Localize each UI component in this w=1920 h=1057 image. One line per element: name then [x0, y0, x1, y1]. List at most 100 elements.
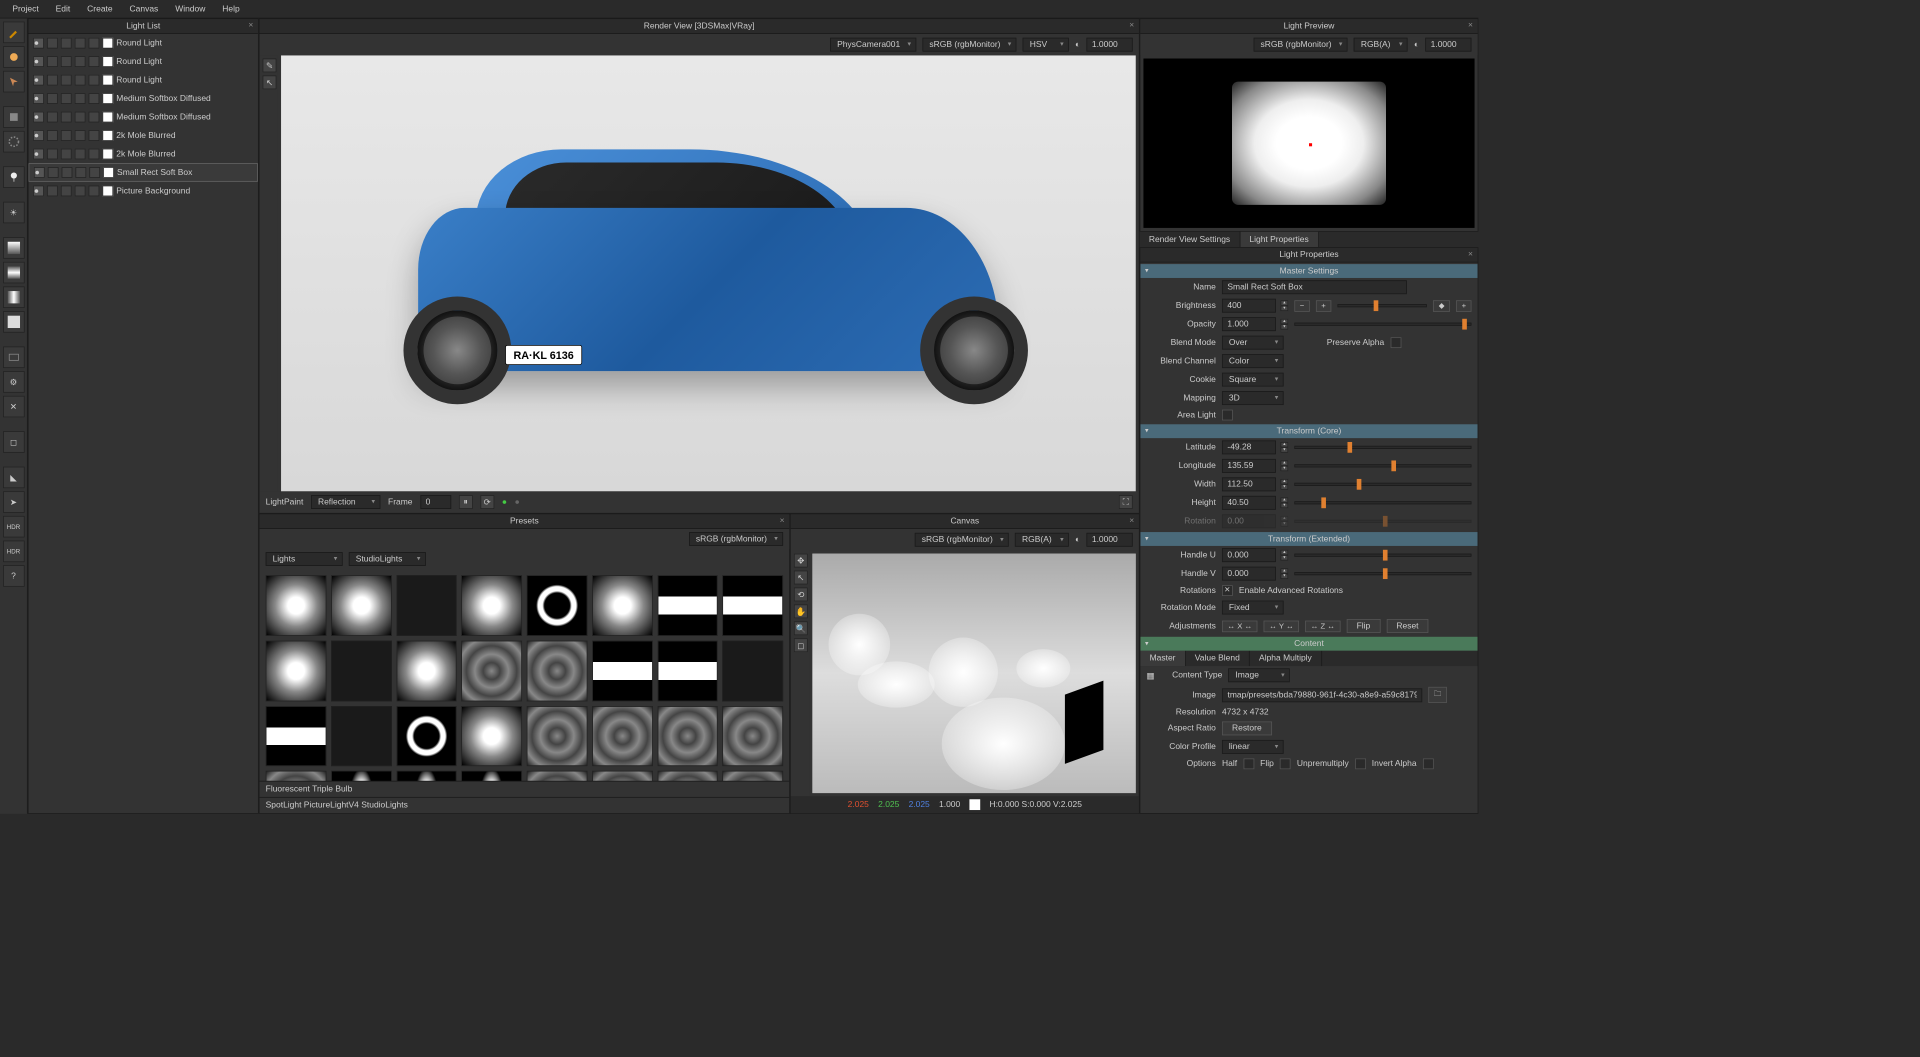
light-row[interactable]: ●Picture Background: [28, 182, 257, 200]
adv-rotations-checkbox[interactable]: [1222, 585, 1233, 596]
preset-thumbnail[interactable]: [331, 640, 392, 701]
select-toggle[interactable]: [89, 149, 100, 160]
opacity-slider[interactable]: [1294, 323, 1471, 326]
preset-thumbnail[interactable]: [266, 706, 327, 767]
light-row[interactable]: ●Round Light: [28, 34, 257, 52]
eye-toggle-icon[interactable]: ●: [33, 112, 44, 123]
spin-down-icon[interactable]: ▾: [1281, 503, 1289, 508]
handlev-slider[interactable]: [1294, 572, 1471, 575]
lock-toggle[interactable]: [61, 38, 72, 49]
camera-dropdown[interactable]: PhysCamera001: [830, 38, 916, 52]
canvas-exposure-field[interactable]: 1.0000: [1086, 533, 1132, 547]
vp-pointer-icon[interactable]: ↖: [263, 75, 277, 89]
tool-help-icon[interactable]: ?: [3, 565, 25, 587]
canvas-channels-dropdown[interactable]: RGB(A): [1015, 533, 1069, 547]
menu-project[interactable]: Project: [5, 1, 47, 16]
vp-brush-icon[interactable]: ✎: [263, 59, 277, 73]
light-row[interactable]: ●Round Light: [28, 71, 257, 89]
render-toggle[interactable]: [75, 112, 86, 123]
preset-thumbnail[interactable]: [331, 771, 392, 781]
flipy-button[interactable]: ↔ Y ↔: [1264, 620, 1299, 632]
solo-toggle[interactable]: [47, 93, 58, 104]
preset-thumbnail[interactable]: [657, 640, 718, 701]
invert-checkbox[interactable]: [1423, 758, 1434, 769]
close-icon[interactable]: ×: [1129, 516, 1134, 525]
colorprofile-dropdown[interactable]: linear: [1222, 740, 1284, 754]
aperture-icon[interactable]: ◐: [1075, 40, 1080, 49]
unpre-checkbox[interactable]: [1355, 758, 1366, 769]
select-toggle[interactable]: [89, 130, 100, 141]
canvas-frame-icon[interactable]: ◻: [794, 638, 808, 652]
latitude-slider[interactable]: [1294, 446, 1471, 449]
solo-toggle[interactable]: [47, 130, 58, 141]
solo-toggle[interactable]: [47, 112, 58, 123]
section-transform-ext[interactable]: Transform (Extended): [1140, 532, 1477, 546]
preview-channels-dropdown[interactable]: RGB(A): [1354, 38, 1408, 52]
preset-thumbnail[interactable]: [527, 771, 588, 781]
mapping-dropdown[interactable]: 3D: [1222, 391, 1284, 405]
name-input[interactable]: [1222, 280, 1407, 294]
preset-thumbnail[interactable]: [722, 575, 783, 636]
rotationmode-dropdown[interactable]: Fixed: [1222, 601, 1284, 615]
subtab-valueblend[interactable]: Value Blend: [1186, 651, 1250, 666]
longitude-input[interactable]: [1222, 459, 1276, 473]
refresh-icon[interactable]: ⟳: [480, 495, 494, 509]
lock-toggle[interactable]: [61, 186, 72, 197]
cookie-dropdown[interactable]: Square: [1222, 373, 1284, 387]
light-color-swatch[interactable]: [102, 38, 113, 49]
preview-exposure-field[interactable]: 1.0000: [1425, 38, 1471, 52]
select-toggle[interactable]: [89, 56, 100, 67]
preset-thumbnail[interactable]: [266, 640, 327, 701]
menu-create[interactable]: Create: [79, 1, 120, 16]
opacity-input[interactable]: [1222, 317, 1276, 331]
presets-category-dropdown[interactable]: Lights: [266, 552, 343, 566]
flipz-button[interactable]: ↔ Z ↔: [1305, 620, 1340, 632]
preset-thumbnail[interactable]: [266, 575, 327, 636]
spin-down-icon[interactable]: ▾: [1281, 324, 1289, 329]
light-color-swatch[interactable]: [102, 112, 113, 123]
section-content[interactable]: Content: [1140, 637, 1477, 651]
contenttype-dropdown[interactable]: Image: [1228, 668, 1290, 682]
longitude-slider[interactable]: [1294, 464, 1471, 467]
light-preview-viewport[interactable]: [1143, 59, 1474, 228]
light-color-swatch[interactable]: [103, 167, 114, 178]
canvas-move-icon[interactable]: ✥: [794, 554, 808, 568]
preset-thumbnail[interactable]: [461, 706, 522, 767]
preset-thumbnail[interactable]: [331, 575, 392, 636]
width-slider[interactable]: [1294, 483, 1471, 486]
light-row[interactable]: ●2k Mole Blurred: [28, 126, 257, 144]
browse-folder-icon[interactable]: 🗀: [1428, 687, 1446, 703]
frame-field[interactable]: 0: [420, 495, 451, 509]
preset-thumbnail[interactable]: [527, 706, 588, 767]
canvas-colorspace-dropdown[interactable]: sRGB (rgbMonitor): [915, 533, 1009, 547]
brightness-slider[interactable]: [1337, 304, 1427, 307]
preset-thumbnail[interactable]: [396, 640, 457, 701]
presets-subcategory-dropdown[interactable]: StudioLights: [349, 552, 426, 566]
tool-grad4-icon[interactable]: [3, 311, 25, 333]
height-slider[interactable]: [1294, 501, 1471, 504]
preset-thumbnail[interactable]: [657, 706, 718, 767]
menu-window[interactable]: Window: [168, 1, 214, 16]
canvas-zoom-icon[interactable]: 🔍: [794, 621, 808, 635]
flip-button[interactable]: Flip: [1347, 619, 1381, 633]
tool-light-icon[interactable]: [3, 46, 25, 68]
render-toggle[interactable]: [75, 130, 86, 141]
section-master-settings[interactable]: Master Settings: [1140, 264, 1477, 278]
add-button[interactable]: +: [1456, 300, 1471, 312]
brightness-input[interactable]: [1222, 299, 1276, 313]
preset-thumbnail[interactable]: [461, 575, 522, 636]
lock-toggle[interactable]: [61, 75, 72, 86]
preset-thumbnail[interactable]: [722, 771, 783, 781]
blendmode-dropdown[interactable]: Over: [1222, 336, 1284, 350]
close-icon[interactable]: ×: [1468, 21, 1473, 30]
light-color-swatch[interactable]: [102, 56, 113, 67]
preserve-alpha-checkbox[interactable]: [1390, 337, 1401, 348]
lock-toggle[interactable]: [62, 167, 73, 178]
half-checkbox[interactable]: [1243, 758, 1254, 769]
preset-thumbnail[interactable]: [266, 771, 327, 781]
solo-toggle[interactable]: [47, 38, 58, 49]
light-color-swatch[interactable]: [102, 93, 113, 104]
section-transform-core[interactable]: Transform (Core): [1140, 424, 1477, 438]
close-icon[interactable]: ×: [1468, 249, 1473, 258]
spin-down-icon[interactable]: ▾: [1281, 484, 1289, 489]
